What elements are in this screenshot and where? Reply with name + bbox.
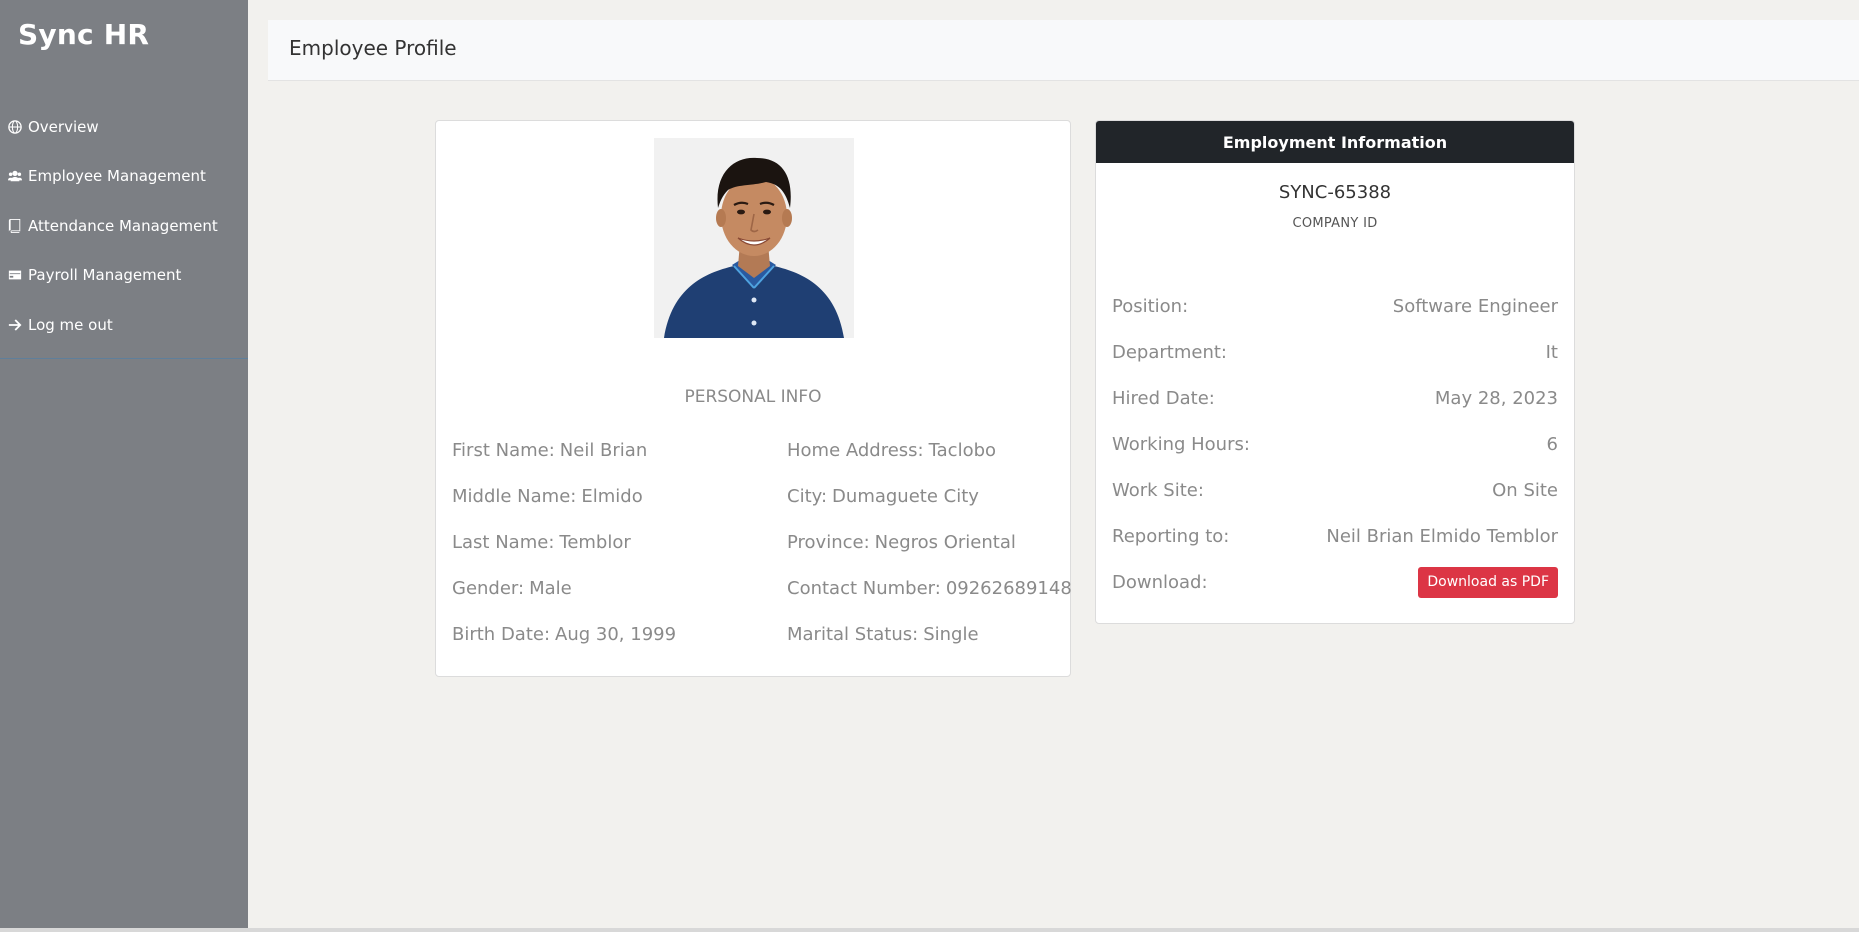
sidebar-item-label: Log me out — [28, 315, 113, 334]
personal-info-left-column: First Name: Neil Brian Middle Name: Elmido… — [452, 427, 676, 657]
bottom-border — [0, 928, 1859, 932]
info-label: First Name: — [452, 439, 555, 461]
personal-info-card: PERSONAL INFO First Name: Neil Brian Midd… — [435, 120, 1072, 677]
emp-label: Work Site: — [1112, 479, 1204, 501]
emp-row-work-site: Work Site: On Site — [1112, 467, 1558, 513]
info-birth-date: Birth Date: Aug 30, 1999 — [452, 611, 676, 657]
sidebar-item-attendance-management[interactable]: Attendance Management — [0, 201, 248, 251]
employment-details: Position: Software Engineer Department: … — [1112, 283, 1558, 605]
info-label: Last Name: — [452, 531, 555, 553]
info-label: Middle Name: — [452, 485, 577, 507]
emp-value: 6 — [1546, 433, 1558, 455]
sidebar-item-label: Payroll Management — [28, 266, 182, 285]
emp-value: Software Engineer — [1392, 295, 1558, 317]
brand-logo[interactable]: Sync HR — [18, 18, 149, 51]
emp-row-reporting-to: Reporting to: Neil Brian Elmido Temblor — [1112, 513, 1558, 559]
info-label: Contact Number: — [787, 577, 941, 599]
info-value: Neil Brian — [559, 439, 648, 461]
info-label: Marital Status: — [787, 623, 919, 645]
page-header: Employee Profile — [268, 20, 1859, 81]
sidebar-item-logout[interactable]: Log me out — [0, 300, 248, 350]
info-label: Home Address: — [787, 439, 924, 461]
emp-label: Hired Date: — [1112, 387, 1215, 409]
emp-row-department: Department: It — [1112, 329, 1558, 375]
sidebar-item-employee-management[interactable]: Employee Management — [0, 152, 248, 202]
emp-value: It — [1545, 341, 1558, 363]
sidebar-item-overview[interactable]: Overview — [0, 102, 248, 152]
sidebar-item-label: Overview — [28, 117, 99, 136]
page-title: Employee Profile — [289, 36, 457, 60]
arrow-right-icon — [8, 318, 22, 332]
credit-card-icon — [8, 268, 22, 282]
employment-info-title: Employment Information — [1096, 121, 1574, 163]
emp-row-position: Position: Software Engineer — [1112, 283, 1558, 329]
company-id-label: COMPANY ID — [1292, 216, 1378, 231]
info-label: City: — [787, 485, 828, 507]
info-middle-name: Middle Name: Elmido — [452, 473, 676, 519]
sidebar-divider — [0, 358, 248, 359]
info-value: Taclobo — [928, 439, 997, 461]
info-value: Dumaguete City — [832, 485, 979, 507]
info-first-name: First Name: Neil Brian — [452, 427, 676, 473]
emp-row-hired-date: Hired Date: May 28, 2023 — [1112, 375, 1558, 421]
emp-label: Download: — [1112, 571, 1208, 593]
info-label: Birth Date: — [452, 623, 551, 645]
sidebar-nav: Overview Employee Management Attendance … — [0, 102, 248, 350]
sidebar-item-payroll-management[interactable]: Payroll Management — [0, 251, 248, 301]
emp-label: Reporting to: — [1112, 525, 1230, 547]
sidebar-item-label: Employee Management — [28, 167, 206, 186]
info-value: Temblor — [559, 531, 631, 553]
company-id-value: SYNC-65388 — [1278, 182, 1392, 203]
info-home-address: Home Address: Taclobo — [787, 427, 1072, 473]
info-contact-number: Contact Number: 09262689148 — [787, 565, 1072, 611]
info-value: Aug 30, 1999 — [555, 623, 677, 645]
info-value: Negros Oriental — [874, 531, 1016, 553]
info-value: Elmido — [581, 485, 643, 507]
info-city: City: Dumaguete City — [787, 473, 1072, 519]
info-province: Province: Negros Oriental — [787, 519, 1072, 565]
info-gender: Gender: Male — [452, 565, 676, 611]
info-value: 09262689148 — [945, 577, 1072, 599]
download-pdf-button[interactable]: Download as PDF — [1418, 566, 1558, 598]
book-icon — [8, 218, 22, 233]
info-marital-status: Marital Status: Single — [787, 611, 1072, 657]
emp-row-working-hours: Working Hours: 6 — [1112, 421, 1558, 467]
globe-icon — [8, 119, 22, 134]
employment-info-card: Employment Information SYNC-65388 COMPAN… — [1095, 120, 1575, 624]
emp-label: Working Hours: — [1112, 433, 1250, 455]
info-value: Male — [529, 577, 572, 599]
info-label: Gender: — [452, 577, 525, 599]
info-value: Single — [923, 623, 979, 645]
emp-label: Department: — [1112, 341, 1227, 363]
sidebar-item-label: Attendance Management — [28, 216, 218, 235]
emp-row-download: Download: Download as PDF — [1112, 559, 1558, 605]
employee-photo — [654, 138, 854, 338]
info-label: Province: — [787, 531, 870, 553]
info-last-name: Last Name: Temblor — [452, 519, 676, 565]
emp-value: Neil Brian Elmido Temblor — [1326, 525, 1558, 547]
personal-info-right-column: Home Address: Taclobo City: Dumaguete City… — [787, 427, 1072, 657]
personal-info-title: PERSONAL INFO — [684, 387, 822, 407]
users-icon — [8, 169, 22, 183]
emp-value: May 28, 2023 — [1434, 387, 1558, 409]
sidebar: Sync HR Overview Employee Management Att… — [0, 0, 248, 930]
emp-value: On Site — [1492, 479, 1558, 501]
emp-label: Position: — [1112, 295, 1189, 317]
